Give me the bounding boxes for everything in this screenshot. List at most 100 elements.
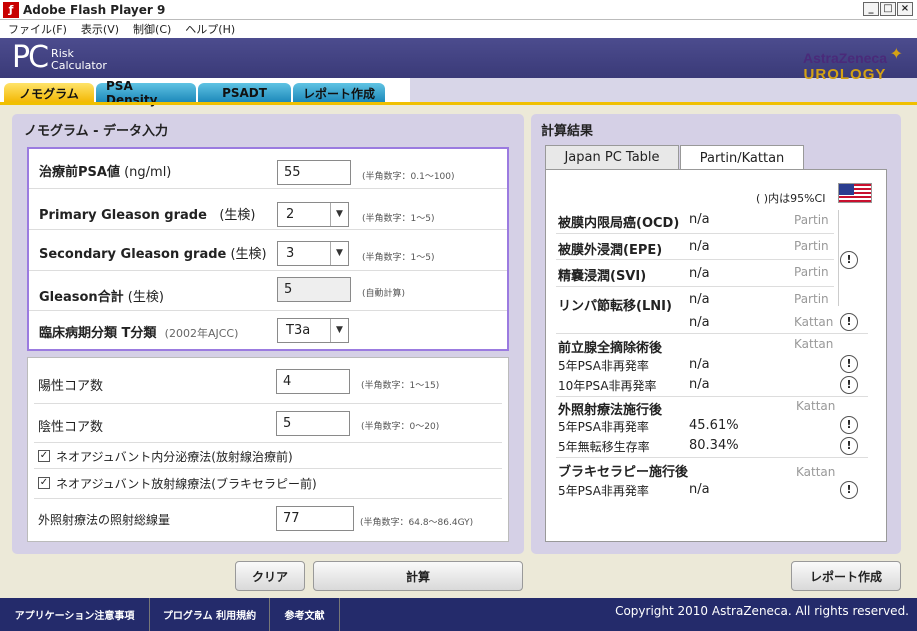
secondary-gleason-row: Secondary Gleason grade (生検) 3 ▼ (半角数字：1～… — [29, 230, 507, 271]
lni-kattan-value: n/a — [689, 315, 710, 330]
positive-cores-label: 陽性コア数 — [38, 379, 104, 394]
footer-link-references[interactable]: 参考文献 — [270, 598, 340, 631]
copyright-text: Copyright 2010 AstraZeneca. All rights r… — [615, 604, 909, 618]
rp-psa10-label: 10年PSA非再発率 — [558, 379, 657, 393]
tab-partin-kattan[interactable]: Partin/Kattan — [680, 145, 804, 170]
clinical-input-box: 治療前PSA値 (ng/ml) 55 (半角数字：0.1～100) Primar… — [27, 147, 509, 351]
treatment-input-box: 陽性コア数 4 (半角数字：1～15) 陰性コア数 5 (半角数字：0～20) … — [27, 357, 509, 542]
nomogram-panel-title: ノモグラム - データ入力 — [24, 124, 169, 139]
maximize-button[interactable]: □ — [880, 2, 896, 16]
tab-japan-pc-table[interactable]: Japan PC Table — [545, 145, 679, 169]
us-flag-icon — [838, 183, 872, 203]
tab-psadt[interactable]: PSADT — [198, 83, 291, 103]
footer-link-terms[interactable]: プログラム 利用規約 — [150, 598, 270, 631]
total-dose-hint: (半角数字：64.8～86.4GY) — [360, 518, 474, 528]
rp-psa10-info-icon[interactable]: ! — [840, 376, 858, 394]
ebrt-psa5-label: 5年PSA非再発率 — [558, 420, 649, 434]
gleason-sum-field: 5 — [277, 277, 351, 302]
footer-link-notes[interactable]: アプリケーション注意事項 — [0, 598, 150, 631]
primary-gleason-hint: (半角数字：1～5) — [362, 214, 435, 224]
gleason-sum-row: Gleason合計 (生検) 5 (自動計算) — [29, 271, 507, 311]
ebrt-source: Kattan — [796, 399, 836, 413]
ebrt-met5-label: 5年無転移生存率 — [558, 440, 650, 454]
menu-view[interactable]: 表示(V) — [81, 21, 119, 37]
primary-gleason-select[interactable]: 2 ▼ — [277, 202, 349, 227]
ebrt-psa5-value: 45.61% — [689, 418, 739, 433]
clinical-stage-sub: (2002年AJCC) — [164, 327, 239, 340]
tab-underline — [0, 102, 917, 105]
lni-partin-source: Partin — [794, 292, 829, 306]
close-button[interactable]: × — [897, 2, 913, 16]
rp-psa5-value: n/a — [689, 357, 710, 372]
psa-label: 治療前PSA値 — [39, 165, 120, 180]
secondary-gleason-select[interactable]: 3 ▼ — [277, 241, 349, 266]
positive-cores-hint: (半角数字：1～15) — [361, 381, 440, 391]
epe-source: Partin — [794, 239, 829, 253]
window-title: Adobe Flash Player 9 — [23, 2, 166, 17]
menu-control[interactable]: 制御(C) — [133, 21, 171, 37]
brachy-psa5-value: n/a — [689, 482, 710, 497]
tab-nomogram[interactable]: ノモグラム — [4, 83, 94, 103]
rp-label: 前立腺全摘除術後 — [558, 341, 663, 356]
positive-cores-input[interactable]: 4 — [276, 369, 350, 394]
total-dose-label: 外照射療法の照射総線量 — [38, 513, 171, 527]
psa-row: 治療前PSA値 (ng/ml) 55 (半角数字：0.1～100) — [29, 149, 507, 189]
menu-file[interactable]: ファイル(F) — [8, 21, 67, 37]
astrazeneca-mark-icon: ✦ — [889, 44, 903, 63]
partin-info-icon[interactable]: ! — [840, 251, 858, 269]
chevron-down-icon: ▼ — [330, 319, 348, 342]
brachy-label: ブラキセラピー施行後 — [558, 465, 689, 480]
ocd-value: n/a — [689, 212, 710, 227]
secondary-gleason-hint: (半角数字：1～5) — [362, 253, 435, 263]
chevron-down-icon: ▼ — [330, 203, 348, 226]
secondary-gleason-label: Secondary Gleason grade — [39, 247, 227, 262]
ci-note: ( )内は95%CI — [756, 192, 826, 205]
ocd-source: Partin — [794, 213, 829, 227]
epe-label: 被膜外浸潤(EPE) — [558, 243, 663, 258]
calculate-button[interactable]: 計算 — [313, 561, 523, 591]
create-report-button[interactable]: レポート作成 — [791, 561, 901, 591]
brachy-source: Kattan — [796, 465, 836, 479]
result-panel-title: 計算結果 — [541, 124, 594, 139]
psa-input[interactable]: 55 — [277, 160, 351, 185]
menu-help[interactable]: ヘルプ(H) — [185, 21, 235, 37]
negative-cores-input[interactable]: 5 — [276, 411, 350, 436]
ebrt-met5-value: 80.34% — [689, 438, 739, 453]
svi-label: 精嚢浸潤(SVI) — [558, 269, 647, 284]
ebrt-psa5-info-icon[interactable]: ! — [840, 416, 858, 434]
tab-report[interactable]: レポート作成 — [293, 83, 385, 103]
neo-radiation-checkbox[interactable]: ✓ — [38, 477, 50, 489]
lni-info-icon[interactable]: ! — [840, 313, 858, 331]
negative-cores-hint: (半角数字：0～20) — [361, 422, 440, 432]
rp-psa5-info-icon[interactable]: ! — [840, 355, 858, 373]
pc-risk-calculator-logo: PC Risk Calculator — [12, 40, 107, 75]
rp-source: Kattan — [794, 337, 834, 351]
total-dose-input[interactable]: 77 — [276, 506, 354, 531]
gleason-sum-hint: (自動計算) — [362, 289, 406, 299]
secondary-gleason-sub: (生検) — [230, 247, 267, 262]
ocd-label: 被膜内限局癌(OCD) — [558, 216, 680, 231]
rp-psa10-value: n/a — [689, 377, 710, 392]
ebrt-label: 外照射療法施行後 — [558, 403, 663, 418]
flash-player-icon: ƒ — [3, 1, 19, 18]
clear-button[interactable]: クリア — [235, 561, 305, 591]
clinical-stage-select[interactable]: T3a ▼ — [277, 318, 349, 343]
epe-value: n/a — [689, 239, 710, 254]
neo-hormone-checkbox[interactable]: ✓ — [38, 450, 50, 462]
gleason-sum-label: Gleason合計 — [39, 290, 124, 305]
negative-cores-label: 陰性コア数 — [38, 420, 104, 435]
clinical-stage-label: 臨床病期分類 T分類 — [39, 326, 157, 341]
tab-psa-density[interactable]: PSA Density — [96, 79, 196, 107]
window-controls: _ □ × — [863, 2, 913, 16]
lni-label: リンパ節転移(LNI) — [558, 299, 672, 314]
partin-bracket-line — [838, 210, 839, 306]
lni-partin-value: n/a — [689, 292, 710, 307]
primary-gleason-sub: (生検) — [219, 208, 256, 223]
footer: アプリケーション注意事項 プログラム 利用規約 参考文献 Copyright 2… — [0, 598, 917, 631]
astrazeneca-logo: AstraZeneca UROLOGY ✦ — [802, 44, 903, 83]
minimize-button[interactable]: _ — [863, 2, 879, 16]
ebrt-met5-info-icon[interactable]: ! — [840, 437, 858, 455]
chevron-down-icon: ▼ — [330, 242, 348, 265]
brachy-psa5-info-icon[interactable]: ! — [840, 481, 858, 499]
primary-gleason-label: Primary Gleason grade — [39, 208, 207, 223]
